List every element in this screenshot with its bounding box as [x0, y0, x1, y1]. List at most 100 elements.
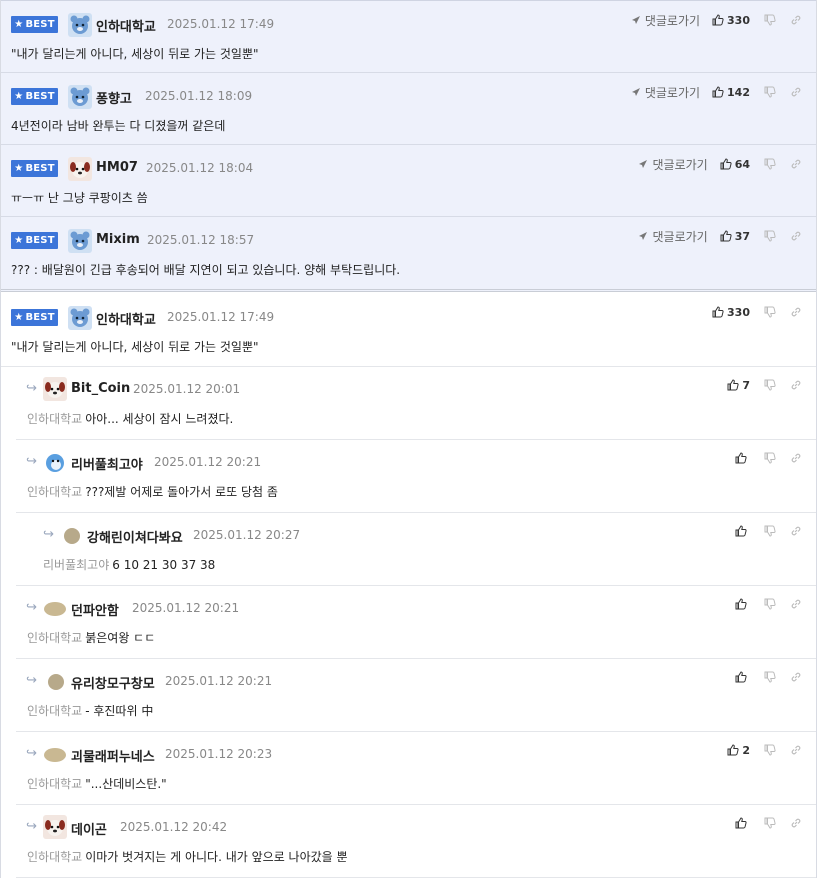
share-button[interactable]	[790, 525, 802, 537]
share-button[interactable]	[790, 86, 802, 98]
share-button[interactable]	[790, 306, 802, 318]
like-button[interactable]: 2	[727, 744, 750, 757]
avatar[interactable]	[68, 85, 92, 109]
avatar[interactable]	[43, 450, 67, 474]
like-button[interactable]: 37	[720, 230, 750, 243]
like-button[interactable]: 330	[712, 306, 750, 319]
reply-target[interactable]: 인하대학교	[27, 412, 82, 426]
share-button[interactable]	[790, 230, 802, 242]
best-comment: ★ BEST Mixim 2025.01.12 18:57 ??? : 배달원이 …	[1, 217, 816, 289]
reply-target[interactable]: 인하대학교	[27, 777, 82, 791]
author-nickname[interactable]: Mixim	[96, 232, 140, 247]
thumbs-up-icon	[735, 817, 747, 829]
author-nickname[interactable]: 인하대학교	[96, 309, 156, 328]
comment-date: 2025.01.12 18:04	[146, 161, 254, 175]
reply-comment: ↪ Bit_Coin 2025.01.12 20:01 인하대학교 아아... 세…	[16, 367, 816, 440]
thumbs-up-icon	[735, 452, 747, 464]
goto-comment-button[interactable]: 댓글로가기	[631, 84, 700, 101]
comment-list: ★ BEST 인하대학교 2025.01.12 17:49 "내가 달리는게 아니…	[0, 0, 817, 878]
share-button[interactable]	[790, 671, 802, 683]
reply-comment: ↪ 데이곤 2025.01.12 20:42 인하대학교 이마가 벗겨지는 게 아…	[16, 805, 816, 878]
dislike-button[interactable]	[764, 14, 776, 26]
avatar[interactable]	[68, 157, 92, 181]
dislike-button[interactable]	[764, 306, 776, 318]
dislike-button[interactable]	[764, 598, 776, 610]
avatar[interactable]	[64, 528, 80, 544]
avatar[interactable]	[44, 748, 66, 762]
dislike-button[interactable]	[764, 525, 776, 537]
thumbs-down-icon	[764, 452, 776, 464]
comment-date: 2025.01.12 18:57	[147, 233, 255, 247]
dislike-button[interactable]	[764, 817, 776, 829]
reply-target[interactable]: 리버풀최고야	[43, 558, 109, 572]
star-icon: ★	[14, 19, 24, 30]
reply-comment: ↪ 강해린이쳐다봐요 2025.01.12 20:27 리버풀최고야 6 10 2…	[16, 513, 816, 586]
comment-date: 2025.01.12 20:42	[120, 820, 228, 834]
goto-comment-button[interactable]: 댓글로가기	[638, 228, 708, 245]
star-icon: ★	[14, 235, 24, 246]
share-button[interactable]	[790, 158, 802, 170]
author-nickname[interactable]: 데이곤	[71, 819, 107, 838]
share-button[interactable]	[790, 598, 802, 610]
comment-tools	[735, 450, 802, 466]
goto-comment-button[interactable]: 댓글로가기	[638, 156, 708, 173]
like-count: 142	[727, 85, 750, 99]
author-nickname[interactable]: Bit_Coin	[71, 381, 130, 396]
like-count: 7	[742, 378, 750, 392]
author-nickname[interactable]: 리버풀최고야	[71, 454, 143, 473]
like-button[interactable]: 330	[712, 14, 750, 27]
like-button[interactable]	[735, 671, 750, 683]
author-nickname[interactable]: 괴물래퍼누네스	[71, 746, 155, 765]
author-nickname[interactable]: HM07	[96, 160, 138, 175]
dislike-button[interactable]	[764, 86, 776, 98]
author-nickname[interactable]: 유리창모구창모	[71, 673, 155, 692]
like-button[interactable]: 7	[727, 379, 750, 392]
reply-arrow-icon: ↪	[26, 819, 37, 834]
goto-comment-button[interactable]: 댓글로가기	[631, 12, 700, 29]
dislike-button[interactable]	[764, 671, 776, 683]
reply-target[interactable]: 인하대학교	[27, 850, 82, 864]
like-button[interactable]	[735, 817, 750, 829]
link-icon	[791, 599, 801, 609]
avatar[interactable]	[68, 229, 92, 253]
thumbs-down-icon	[764, 598, 776, 610]
dislike-button[interactable]	[764, 744, 776, 756]
reply-arrow-icon: ↪	[26, 454, 37, 469]
share-button[interactable]	[790, 14, 802, 26]
best-badge: ★ BEST	[11, 160, 58, 177]
like-button[interactable]	[735, 598, 750, 610]
comment-tools	[735, 523, 802, 539]
avatar[interactable]	[43, 377, 67, 401]
like-button[interactable]	[735, 452, 750, 464]
author-nickname[interactable]: 던파안함	[71, 600, 119, 619]
avatar[interactable]	[44, 602, 66, 616]
author-nickname[interactable]: 퐁향고	[96, 88, 132, 107]
avatar[interactable]	[68, 306, 92, 330]
author-nickname[interactable]: 강해린이쳐다봐요	[87, 527, 183, 546]
link-icon	[791, 159, 801, 169]
avatar[interactable]	[68, 13, 92, 37]
avatar[interactable]	[43, 815, 67, 839]
share-button[interactable]	[790, 452, 802, 464]
like-button[interactable]: 142	[712, 86, 750, 99]
dislike-button[interactable]	[764, 158, 776, 170]
share-button[interactable]	[790, 817, 802, 829]
like-count: 330	[727, 305, 750, 319]
dislike-button[interactable]	[764, 379, 776, 391]
author-nickname[interactable]: 인하대학교	[96, 16, 156, 35]
reply-arrow-icon: ↪	[26, 746, 37, 761]
like-button[interactable]	[735, 525, 750, 537]
reply-target[interactable]: 인하대학교	[27, 704, 82, 718]
avatar[interactable]	[48, 674, 64, 690]
reply-target[interactable]: 인하대학교	[27, 485, 82, 499]
like-button[interactable]: 64	[720, 158, 750, 171]
like-count: 2	[742, 743, 750, 757]
share-button[interactable]	[790, 744, 802, 756]
comment-text: 4년전이라 남바 완투는 다 디졌을꺼 같은데	[11, 119, 226, 133]
thumbs-down-icon	[764, 158, 776, 170]
share-button[interactable]	[790, 379, 802, 391]
reply-target[interactable]: 인하대학교	[27, 631, 82, 645]
dislike-button[interactable]	[764, 452, 776, 464]
dislike-button[interactable]	[764, 230, 776, 242]
best-badge: ★ BEST	[11, 88, 58, 105]
